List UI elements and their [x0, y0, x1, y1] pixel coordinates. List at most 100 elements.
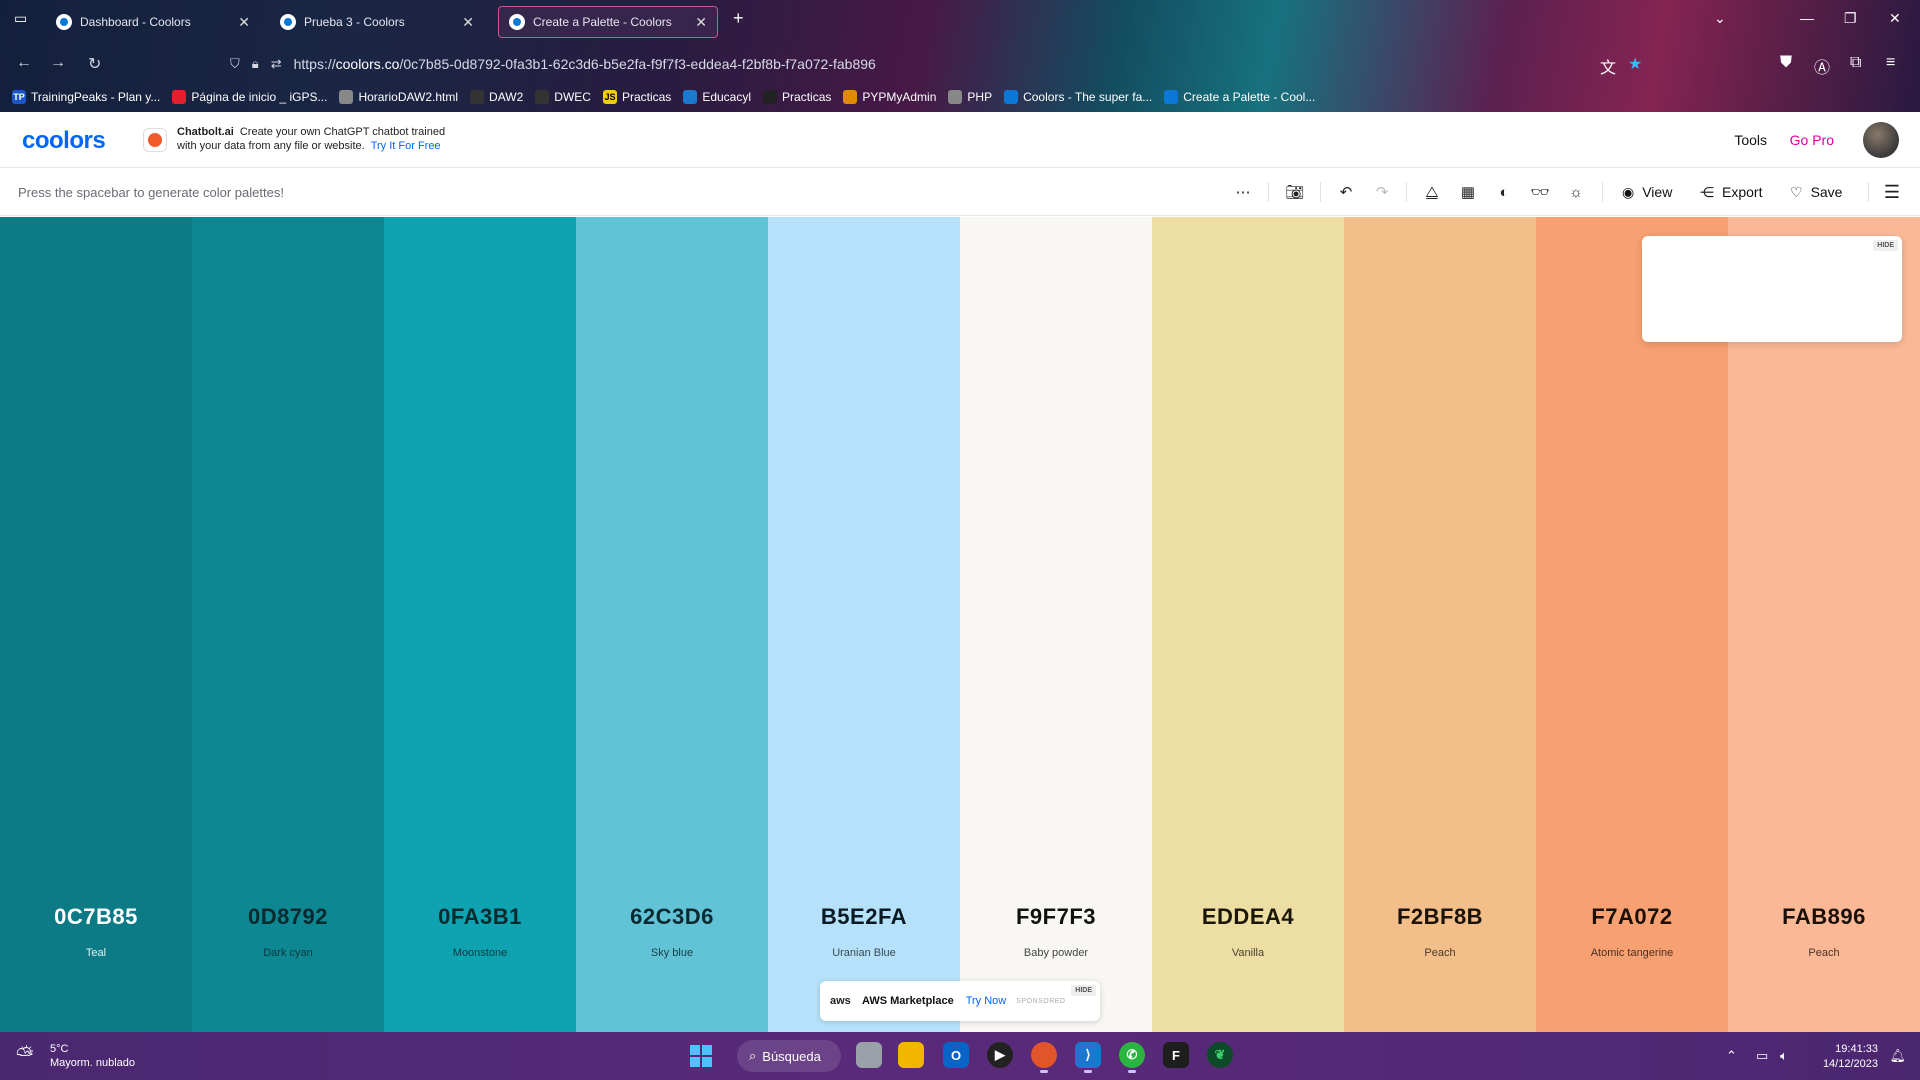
glasses-icon[interactable]: 👓︎ — [1530, 182, 1550, 202]
bookmark-item[interactable]: DWEC — [535, 90, 591, 104]
menu-icon[interactable]: ≡ — [1886, 54, 1895, 72]
new-tab-icon[interactable]: + — [733, 8, 744, 29]
hide-ad-button[interactable]: HIDE — [1873, 240, 1898, 251]
color-name[interactable]: Sky blue — [576, 947, 768, 959]
hex-code[interactable]: 62C3D6 — [576, 904, 768, 930]
chevron-up-icon[interactable]: ⌃ — [1726, 1048, 1737, 1064]
more-icon[interactable]: ⋯ — [1233, 182, 1253, 202]
ad-link[interactable]: Try It For Free — [371, 140, 441, 152]
color-name[interactable]: Atomic tangerine — [1536, 947, 1728, 959]
hex-code[interactable]: 0C7B85 — [0, 904, 192, 930]
tab-dashboard[interactable]: Dashboard - Coolors ✕ — [46, 6, 260, 38]
contrast-icon[interactable]: ◐ — [1494, 182, 1514, 202]
color-name[interactable]: Dark cyan — [192, 947, 384, 959]
address-bar[interactable]: ⛉ 🔒︎ ⇄ https://coolors.co/0c7b85-0d8792-… — [230, 50, 1570, 78]
color-swatch[interactable]: B5E2FA Uranian Blue — [768, 217, 960, 1032]
close-tab-icon[interactable]: ✕ — [462, 14, 474, 31]
permissions-icon[interactable]: ⇄ — [271, 56, 282, 72]
bookmark-item[interactable]: PHP — [948, 90, 992, 104]
pocket-icon[interactable]: ⛊ — [1780, 54, 1792, 72]
hex-code[interactable]: F2BF8B — [1344, 904, 1536, 930]
bookmark-item[interactable]: JS Practicas — [602, 90, 671, 104]
bookmark-item[interactable]: DAW2 — [470, 90, 523, 104]
hex-code[interactable]: B5E2FA — [768, 904, 960, 930]
color-swatch[interactable]: 62C3D6 Sky blue — [576, 217, 768, 1032]
grid-icon[interactable]: ▦ — [1458, 182, 1478, 202]
shapes-icon[interactable]: ⧋ — [1422, 182, 1442, 202]
hex-code[interactable]: F7A072 — [1536, 904, 1728, 930]
color-name[interactable]: Baby powder — [960, 947, 1152, 959]
bookmark-item[interactable]: PYPMyAdmin — [843, 90, 936, 104]
bookmark-item[interactable]: Educacyl — [683, 90, 751, 104]
camera-icon[interactable]: 📷︎ — [1285, 182, 1305, 202]
translate-icon[interactable]: 文 — [1600, 54, 1616, 78]
bookmark-item[interactable]: HorarioDAW2.html — [339, 90, 458, 104]
color-swatch[interactable]: 0FA3B1 Moonstone — [384, 217, 576, 1032]
header-ad[interactable]: Chatbolt.ai Create your own ChatGPT chatb… — [177, 125, 445, 153]
save-button[interactable]: ♡ Save — [1790, 182, 1842, 202]
color-swatch[interactable]: F2BF8B Peach — [1344, 217, 1536, 1032]
chatbolt-icon[interactable] — [143, 128, 167, 152]
hide-ad-button[interactable]: HIDE — [1071, 985, 1096, 996]
taskbar-search[interactable]: ⌕ Búsqueda — [737, 1040, 841, 1072]
color-name[interactable]: Teal — [0, 947, 192, 959]
lock-icon[interactable]: 🔒︎ — [252, 56, 259, 72]
color-name[interactable]: Peach — [1344, 947, 1536, 959]
close-tab-icon[interactable]: ✕ — [238, 14, 250, 31]
weather-cloud-icon[interactable]: ⛅︎ — [16, 1042, 34, 1068]
coolors-logo[interactable]: coolors — [22, 127, 106, 155]
color-name[interactable]: Moonstone — [384, 947, 576, 959]
close-tab-icon[interactable]: ✕ — [695, 14, 707, 31]
color-swatch[interactable]: EDDEA4 Vanilla — [1152, 217, 1344, 1032]
avatar[interactable] — [1863, 122, 1899, 158]
color-name[interactable]: Vanilla — [1152, 947, 1344, 959]
color-name[interactable]: Uranian Blue — [768, 947, 960, 959]
restore-icon[interactable]: ❐ — [1844, 10, 1857, 27]
sun-icon[interactable]: ☼ — [1566, 182, 1586, 202]
aws-ad[interactable]: aws AWS Marketplace Try Now SPONSORED HI… — [820, 981, 1100, 1021]
bookmark-star-icon[interactable]: ★ — [1628, 54, 1642, 74]
color-name[interactable]: Peach — [1728, 947, 1920, 959]
bookmark-item[interactable]: Coolors - The super fa... — [1004, 90, 1152, 104]
account-icon[interactable]: Ⓐ — [1814, 54, 1830, 78]
forward-icon[interactable]: → — [50, 54, 66, 72]
bookmark-item[interactable]: Página de inicio _ iGPS... — [172, 90, 327, 104]
hex-code[interactable]: F9F7F3 — [960, 904, 1152, 930]
close-window-icon[interactable]: ✕ — [1889, 10, 1901, 27]
tools-menu[interactable]: Tools — [1734, 132, 1767, 148]
task-view-icon[interactable] — [856, 1042, 882, 1068]
color-swatch[interactable]: F9F7F3 Baby powder — [960, 217, 1152, 1032]
windows-start-icon[interactable] — [690, 1045, 712, 1067]
tab-list-icon[interactable]: ▭ — [14, 10, 27, 27]
aws-try-link[interactable]: Try Now — [966, 995, 1007, 1007]
firefox-icon[interactable] — [1031, 1042, 1057, 1073]
clock[interactable]: 19:41:33 14/12/2023 — [1823, 1042, 1878, 1072]
network-icon[interactable]: ▭ — [1756, 1048, 1768, 1064]
hamburger-menu-icon[interactable]: ☰ — [1882, 182, 1902, 202]
extensions-icon[interactable]: ⧉ — [1850, 54, 1861, 72]
volume-icon[interactable]: 🔈︎ — [1780, 1048, 1788, 1064]
whatsapp-icon[interactable]: ✆ — [1119, 1042, 1145, 1073]
tab-create-palette[interactable]: Create a Palette - Coolors ✕ — [498, 6, 718, 38]
redo-icon[interactable]: ↷ — [1372, 182, 1392, 202]
hex-code[interactable]: 0D8792 — [192, 904, 384, 930]
vscode-icon[interactable]: ⟩ — [1075, 1042, 1101, 1073]
export-button[interactable]: ⋲ Export — [1700, 182, 1762, 202]
notification-bell-icon[interactable]: 🔔︎ — [1889, 1048, 1906, 1064]
reload-icon[interactable]: ↻ — [88, 54, 101, 74]
minimize-icon[interactable]: — — [1800, 10, 1814, 26]
hex-code[interactable]: 0FA3B1 — [384, 904, 576, 930]
hex-code[interactable]: EDDEA4 — [1152, 904, 1344, 930]
go-pro-link[interactable]: Go Pro — [1790, 132, 1834, 148]
hex-code[interactable]: FAB896 — [1728, 904, 1920, 930]
color-swatch[interactable]: 0D8792 Dark cyan — [192, 217, 384, 1032]
back-icon[interactable]: ← — [16, 54, 32, 72]
shield-icon[interactable]: ⛉ — [230, 56, 240, 72]
weather-widget[interactable]: 5°C Mayorm. nublado — [50, 1042, 135, 1070]
mongodb-icon[interactable]: ❦ — [1207, 1042, 1233, 1068]
undo-icon[interactable]: ↶ — [1336, 182, 1356, 202]
bookmark-item[interactable]: TP TrainingPeaks - Plan y... — [12, 90, 160, 104]
outlook-icon[interactable]: O — [943, 1042, 969, 1068]
color-swatch[interactable]: 0C7B85 Teal — [0, 217, 192, 1032]
view-button[interactable]: ◉ View — [1622, 182, 1672, 202]
